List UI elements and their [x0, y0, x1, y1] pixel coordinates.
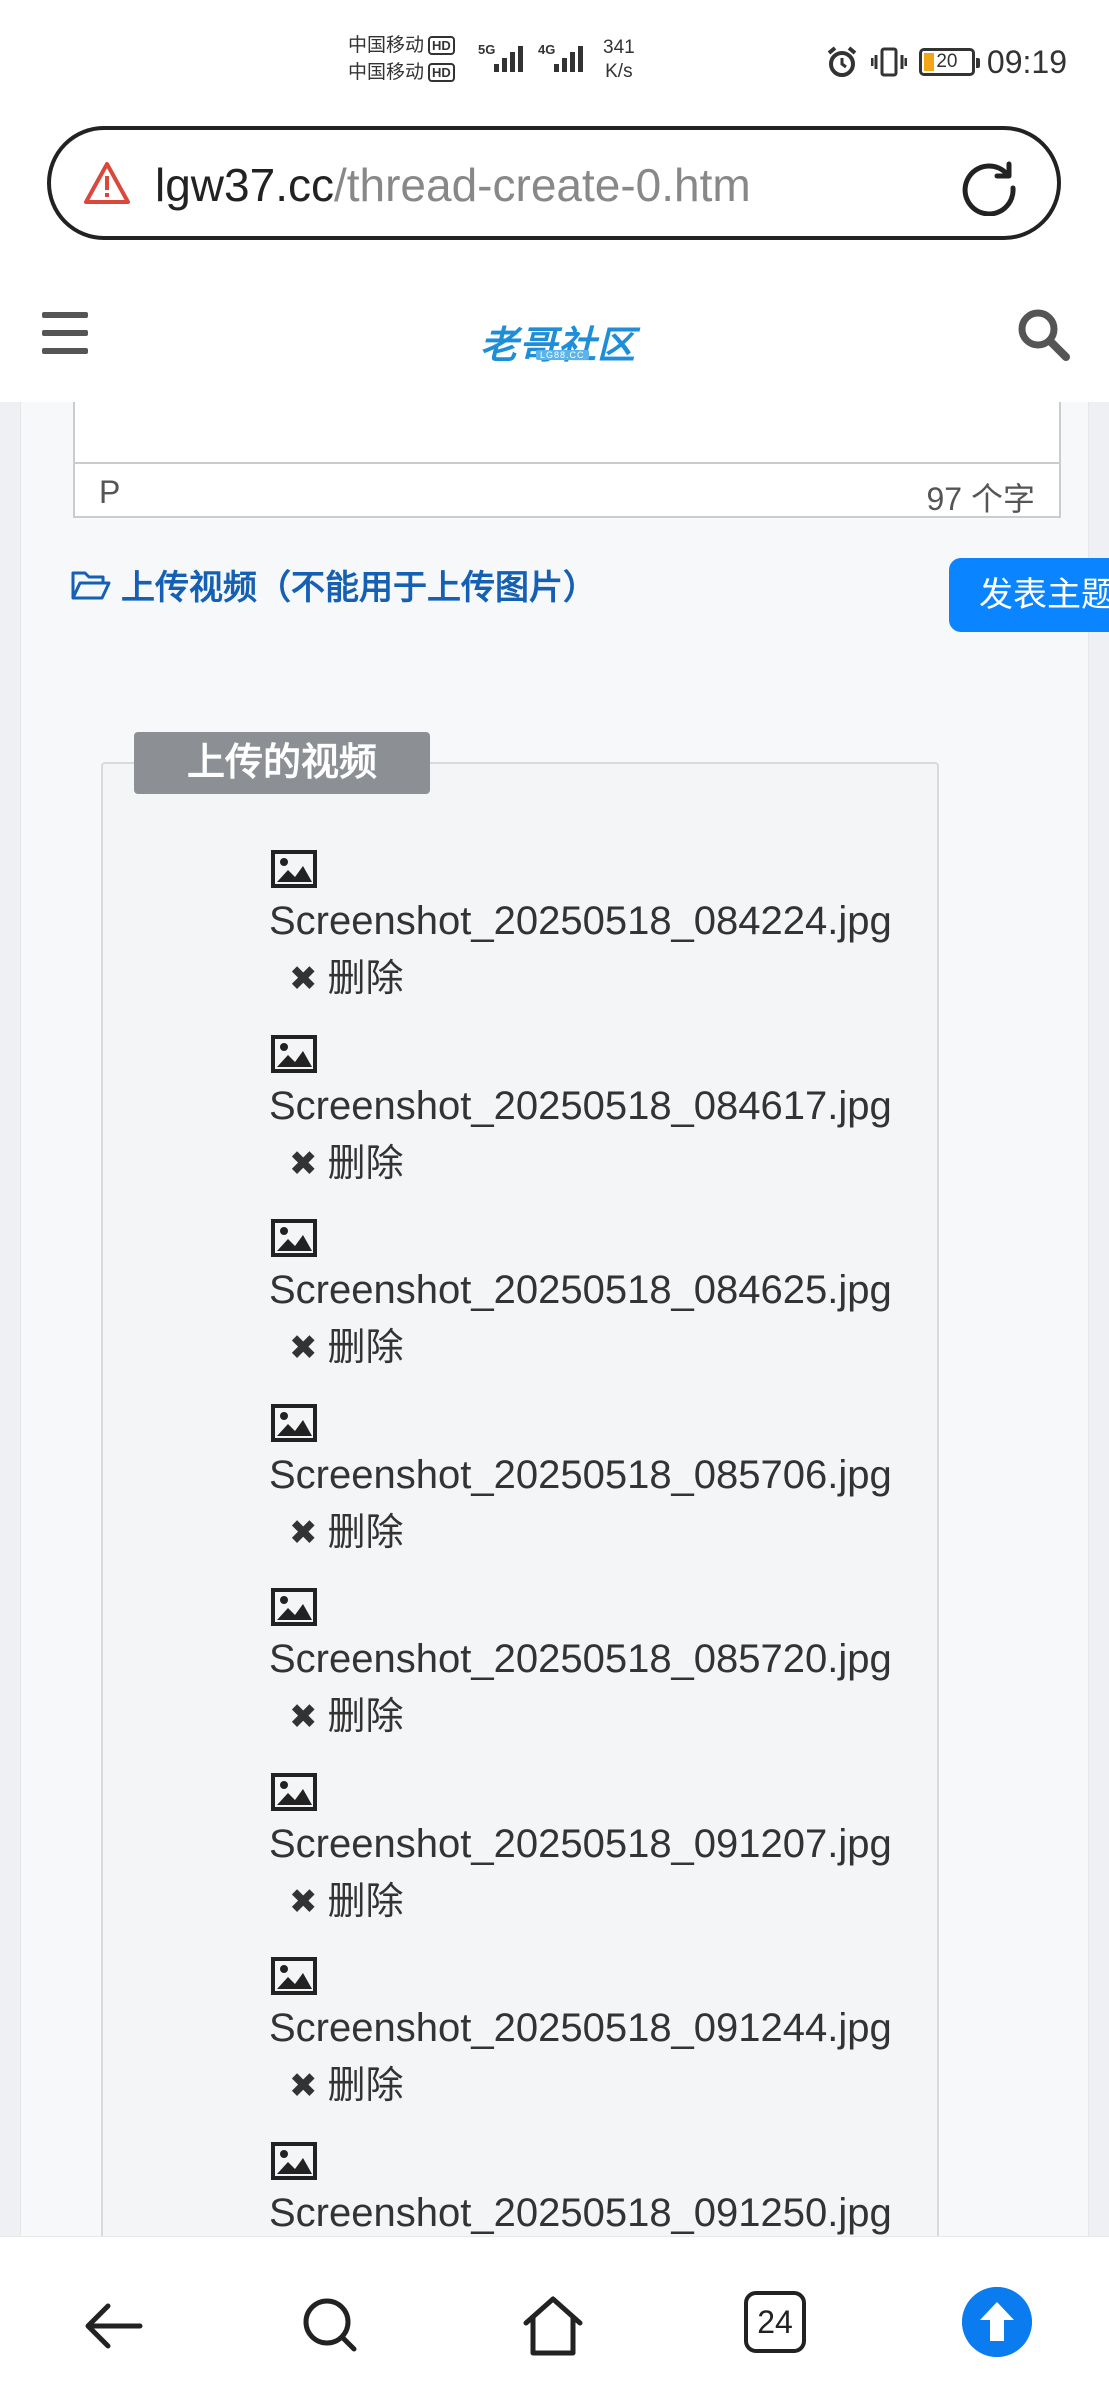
delete-file-button[interactable]: ✖ 删除: [289, 1694, 404, 1740]
file-item: Screenshot_20250518_085720.jpg ✖ 删除: [269, 1588, 949, 1773]
net-speed: 341 K/s: [603, 36, 635, 84]
delete-label: 删除: [327, 2065, 404, 2107]
net-4g-label: 4G: [538, 42, 555, 57]
status-bar: 中国移动 HD 中国移动 HD 5G 4G 341 K/s 20 09:19: [0, 0, 1109, 120]
file-name: Screenshot_20250518_085720.jpg: [269, 1637, 892, 1681]
battery-indicator: 20: [918, 48, 980, 76]
editor-status-bar: P 97 个字: [75, 462, 1059, 518]
close-icon: ✖: [289, 1513, 318, 1552]
site-header: 老哥社区 LG88.CC: [0, 270, 1109, 402]
site-logo-sub: LG88.CC: [536, 350, 589, 360]
delete-file-button[interactable]: ✖ 删除: [289, 2063, 404, 2109]
browser-bottom-nav: 24: [0, 2236, 1109, 2400]
net-speed-value: 341: [603, 37, 635, 58]
warning-icon[interactable]: [83, 160, 131, 206]
back-icon[interactable]: [78, 2291, 148, 2361]
file-name: Screenshot_20250518_084224.jpg: [269, 899, 892, 943]
hd-badge-1: HD: [428, 36, 455, 56]
editor: P 97 个字: [73, 402, 1061, 518]
form-card: P 97 个字 上传视频（不能用于上传图片） 发表主题 上传的视频 Screen…: [20, 402, 1109, 2236]
delete-label: 删除: [327, 958, 404, 1000]
search-nav-icon[interactable]: [296, 2291, 366, 2361]
image-icon: [271, 850, 317, 888]
image-icon: [271, 1034, 317, 1073]
post-thread-button[interactable]: 发表主题: [949, 558, 1109, 632]
close-icon: ✖: [289, 1698, 318, 1736]
image-icon: [271, 1957, 317, 1995]
hd-badge-2: HD: [428, 63, 455, 83]
home-icon[interactable]: [518, 2291, 588, 2361]
file-name: Screenshot_20250518_091250.jpg: [269, 2190, 892, 2235]
file-item: Screenshot_20250518_091250.jpg✖删除: [269, 2141, 949, 2237]
alarm-icon: [827, 46, 857, 77]
close-icon: ✖: [289, 1882, 318, 1921]
folder-open-icon: [71, 571, 111, 599]
delete-label: 删除: [327, 1696, 404, 1738]
file-item: Screenshot_20250518_085706.jpg ✖ 删除: [269, 1403, 949, 1589]
reload-icon[interactable]: [959, 156, 1019, 216]
file-item: Screenshot_20250518_091207.jpg ✖ 删除: [269, 1772, 949, 1958]
menu-icon[interactable]: [42, 312, 88, 354]
page-content: P 97 个字 上传视频（不能用于上传图片） 发表主题 上传的视频 Screen…: [0, 402, 1109, 2236]
net-speed-unit: K/s: [605, 61, 633, 82]
close-icon: ✖: [289, 960, 318, 998]
status-right: 20 09:19: [825, 40, 1067, 84]
image-icon: [271, 2141, 317, 2180]
delete-label: 删除: [327, 1327, 404, 1369]
file-name: Screenshot_20250518_091244.jpg: [269, 2006, 892, 2050]
url-path: /thread-create-0.htm: [333, 159, 751, 211]
carrier-info: 中国移动 HD 中国移动 HD: [348, 32, 455, 86]
image-icon: [271, 1588, 317, 1626]
net-5g-label: 5G: [478, 42, 495, 57]
delete-file-button[interactable]: ✖ 删除: [289, 1510, 404, 1556]
search-icon[interactable]: [1015, 306, 1071, 362]
editor-char-count: 97 个字: [926, 481, 1036, 517]
vibrate-icon: [870, 47, 907, 77]
file-item: Screenshot_20250518_084224.jpg ✖ 删除: [269, 850, 949, 1035]
image-icon: [271, 1403, 317, 1442]
url-host: lgw37.cc: [155, 159, 334, 211]
file-name: Screenshot_20250518_084617.jpg: [269, 1083, 892, 1128]
close-icon: ✖: [289, 2067, 318, 2105]
editor-textarea[interactable]: [75, 402, 1059, 462]
uploaded-files-legend: 上传的视频: [134, 732, 430, 794]
image-icon: [271, 1772, 317, 1811]
tabs-count-button[interactable]: 24: [744, 2291, 806, 2353]
close-icon: ✖: [289, 1329, 318, 1367]
url-text[interactable]: lgw37.cc/thread-create-0.htm: [155, 158, 751, 212]
delete-label: 删除: [327, 1511, 404, 1554]
battery-level: 20: [936, 51, 958, 72]
upload-video-link[interactable]: 上传视频（不能用于上传图片）: [71, 560, 597, 609]
file-item: Screenshot_20250518_084617.jpg ✖ 删除: [269, 1034, 949, 1220]
carrier-2: 中国移动: [348, 62, 425, 83]
address-bar[interactable]: lgw37.cc/thread-create-0.htm: [47, 126, 1061, 240]
delete-file-button[interactable]: ✖ 删除: [289, 1879, 404, 1925]
file-name: Screenshot_20250518_084625.jpg: [269, 1268, 892, 1312]
uploaded-file-list: Screenshot_20250518_084224.jpg ✖ 删除 Screens…: [269, 850, 949, 2236]
clock: 09:19: [986, 43, 1067, 80]
delete-label: 删除: [327, 1880, 404, 1923]
file-name: Screenshot_20250518_085706.jpg: [269, 1452, 892, 1497]
file-name: Screenshot_20250518_091207.jpg: [269, 1821, 892, 1866]
arrow-up-icon[interactable]: [962, 2287, 1032, 2357]
upload-video-label: 上传视频（不能用于上传图片）: [121, 569, 597, 607]
image-icon: [271, 1219, 317, 1257]
delete-file-button[interactable]: ✖ 删除: [289, 1325, 404, 1371]
editor-element-path[interactable]: P: [99, 474, 120, 511]
signal-5g-icon: 5G: [478, 42, 523, 72]
close-icon: ✖: [289, 1144, 318, 1183]
file-item: Screenshot_20250518_084625.jpg ✖ 删除: [269, 1219, 949, 1404]
file-item: Screenshot_20250518_091244.jpg ✖ 删除: [269, 1957, 949, 2142]
delete-file-button[interactable]: ✖ 删除: [289, 1141, 404, 1187]
delete-label: 删除: [327, 1142, 404, 1185]
delete-file-button[interactable]: ✖ 删除: [289, 956, 404, 1002]
carrier-1: 中国移动: [348, 35, 425, 56]
signal-4g-icon: 4G: [538, 42, 583, 72]
battery-fill: [923, 53, 934, 71]
